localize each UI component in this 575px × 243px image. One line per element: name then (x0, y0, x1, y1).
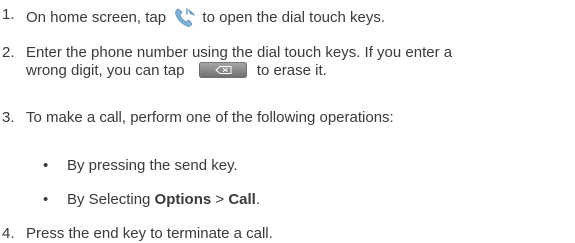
bullet-text: By pressing the send key. (67, 157, 238, 174)
menu-call-label: Call (228, 191, 256, 208)
bullet-text-pre: By Selecting (67, 191, 155, 208)
bullet-dot: • (43, 191, 49, 208)
step-text-after-icon: to open the dial touch keys. (202, 9, 386, 26)
step-text: To make a call, perform one of the follo… (26, 109, 394, 126)
step-number: 1. (2, 6, 15, 23)
bullet-text-post: . (255, 191, 261, 208)
step-text: Press the end key to terminate a call. (26, 225, 273, 242)
dialer-phone-icon[interactable] (173, 6, 195, 28)
step-text-after-icon: to erase it. (256, 62, 327, 79)
bullet-dot: • (43, 157, 49, 174)
menu-separator: > (211, 191, 229, 208)
bullet-text: By Selecting Options > Call. (67, 191, 573, 209)
step-number: 2. (2, 44, 15, 61)
step-number: 3. (2, 109, 15, 126)
backspace-erase-icon[interactable] (198, 62, 247, 78)
step-text-line-1: Enter the phone number using the dial to… (26, 44, 453, 61)
step-text-before-icon: wrong digit, you can tap (26, 62, 185, 79)
step-text: Enter the phone number using the dial to… (26, 44, 573, 80)
step-text-before-icon: On home screen, tap (26, 9, 167, 26)
step-number: 4. (2, 225, 15, 242)
step-text: On home screen, tap to open the dial tou… (26, 6, 573, 28)
menu-options-label: Options (154, 191, 212, 208)
